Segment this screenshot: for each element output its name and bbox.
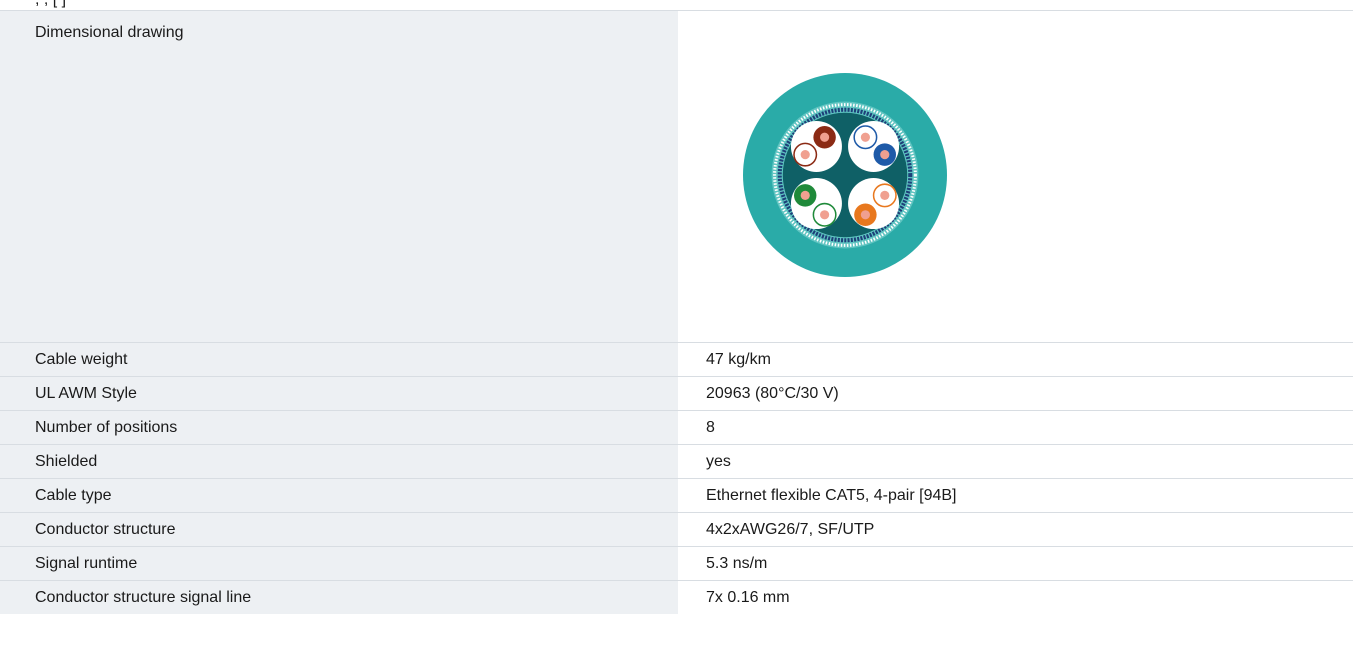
dimensional-drawing-label: Dimensional drawing — [0, 11, 678, 342]
spec-label: Conductor structure signal line — [0, 581, 678, 614]
spec-value: 47 kg/km — [678, 343, 1353, 376]
dimensional-drawing-row: Dimensional drawing — [0, 10, 1353, 342]
spec-label: Shielded — [0, 445, 678, 478]
spec-label: Signal runtime — [0, 547, 678, 580]
dimensional-drawing-value — [678, 11, 1353, 342]
spec-table: Dimensional drawing Cable weight 47 kg/k… — [0, 10, 1353, 614]
spec-value: yes — [678, 445, 1353, 478]
spec-label: Cable weight — [0, 343, 678, 376]
clipped-row-text: , , [ ] — [35, 0, 66, 9]
spec-value: 5.3 ns/m — [678, 547, 1353, 580]
spec-row-ul-awm-style: UL AWM Style 20963 (80°C/30 V) — [0, 376, 1353, 410]
spec-row-shielded: Shielded yes — [0, 444, 1353, 478]
spec-label: Number of positions — [0, 411, 678, 444]
spec-label: Cable type — [0, 479, 678, 512]
spec-value: 8 — [678, 411, 1353, 444]
spec-value: Ethernet flexible CAT5, 4-pair [94B] — [678, 479, 1353, 512]
cable-cross-section-icon — [743, 73, 947, 277]
spec-value: 7x 0.16 mm — [678, 581, 1353, 614]
spec-row-signal-runtime: Signal runtime 5.3 ns/m — [0, 546, 1353, 580]
spec-row-conductor-structure-signal-line: Conductor structure signal line 7x 0.16 … — [0, 580, 1353, 614]
spec-row-conductor-structure: Conductor structure 4x2xAWG26/7, SF/UTP — [0, 512, 1353, 546]
spec-label: UL AWM Style — [0, 377, 678, 410]
spec-value: 20963 (80°C/30 V) — [678, 377, 1353, 410]
spec-row-number-of-positions: Number of positions 8 — [0, 410, 1353, 444]
spec-row-cable-weight: Cable weight 47 kg/km — [0, 342, 1353, 376]
spec-label: Conductor structure — [0, 513, 678, 546]
spec-value: 4x2xAWG26/7, SF/UTP — [678, 513, 1353, 546]
spec-row-cable-type: Cable type Ethernet flexible CAT5, 4-pai… — [0, 478, 1353, 512]
